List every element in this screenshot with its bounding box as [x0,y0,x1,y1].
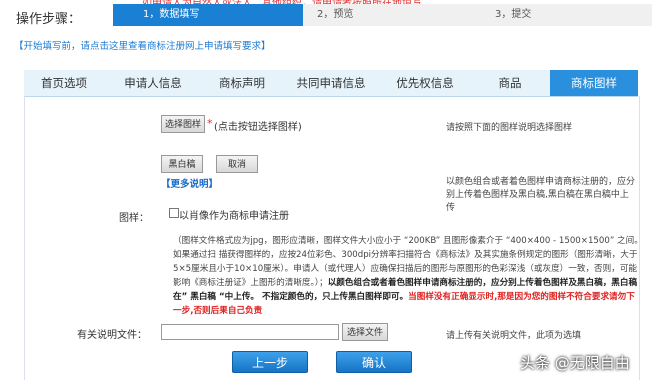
tab-priority-info[interactable]: 优先权信息 [380,70,470,96]
right-hint-color-upload: 以颜色组合或者着色图样申请商标注册的，应分别上传着色图样及黑白稿,黑白稿在黑白稿… [446,177,636,213]
right-hint-explain-file: 请上传有关说明文件，此项为选填 [446,331,582,341]
portrait-checkbox-label: 以肖像作为商标申请注册 [179,211,289,222]
more-info-link[interactable]: 【更多说明】 [161,176,218,190]
tab-trademark-declaration[interactable]: 商标声明 [202,70,282,96]
portrait-checkbox[interactable] [169,208,179,218]
progress-steps: 如申请人为自然人或法人、其他组织，请申请者按照所在地填写 操作步骤： 1，数据填… [0,0,652,34]
choose-file-button[interactable]: 选择文件 [342,323,388,341]
explain-file-label: 有关说明文件： [77,330,147,341]
step-label: 3，提交 [495,9,532,20]
tab-joint-application[interactable]: 共同申请信息 [282,70,380,96]
tab-trademark-image[interactable]: 商标图样 [550,70,638,96]
tab-home-options[interactable]: 首页选项 [24,70,104,96]
image-requirements-description: （图样文件格式应为jpg，图形应清晰，图样文件大小应小于 “200KB” 且图形… [173,234,643,318]
watermark-text: 头条 @无限自由 [520,354,630,372]
previous-step-button[interactable]: 上一步 [232,351,308,373]
right-hint-choose-image: 请按照下面的图样说明选择图样 [446,123,573,133]
fill-requirements-link[interactable]: 【开始填写前，请点击这里查看商标注册网上申请填写要求】 [14,38,271,52]
required-mark: * [207,117,213,130]
steps-label: 操作步骤： [16,12,82,27]
step-label: 1，数据填写 [143,9,200,20]
step-submit: 3，提交 [473,4,652,26]
tab-applicant-info[interactable]: 申请人信息 [104,70,202,96]
trademark-image-form: 选择图样 * (点击按钮选择图样) 请按照下面的图样说明选择图样 黑白稿 取消 … [24,96,643,380]
black-white-button[interactable]: 黑白稿 [161,155,203,173]
tab-bar: 首页选项 申请人信息 商标声明 共同申请信息 优先权信息 商品 商标图样 [24,70,638,97]
explain-file-input[interactable] [161,324,339,340]
cancel-button[interactable]: 取消 [216,155,258,173]
choose-image-hint: (点击按钮选择图样) [214,122,302,133]
step-label: 2，预览 [317,9,354,20]
step-preview: 2，预览 [303,4,484,26]
tab-goods[interactable]: 商品 [470,70,550,96]
choose-image-button[interactable]: 选择图样 [161,115,205,133]
image-label: 图样： [119,213,149,224]
step-data-entry: 1，数据填写 [113,4,314,26]
confirm-button[interactable]: 确认 [336,351,412,373]
